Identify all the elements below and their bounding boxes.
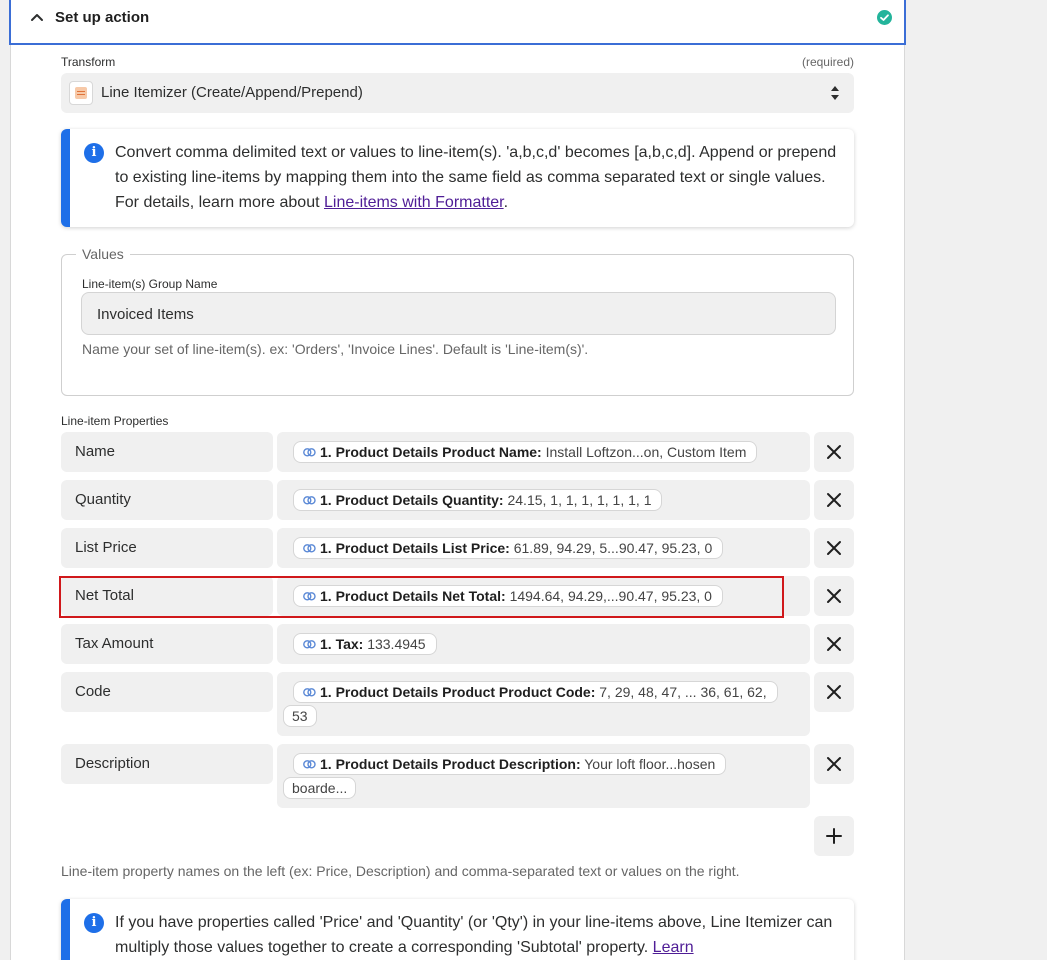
info-icon: i — [84, 913, 104, 933]
remove-row-button[interactable] — [814, 624, 854, 664]
learn-more-link[interactable]: Learn — [653, 939, 694, 956]
property-value-code[interactable]: 1. Product Details Product Product Code:… — [277, 672, 810, 736]
remove-row-button[interactable] — [814, 576, 854, 616]
mapped-field-pill[interactable]: 1. Tax: 133.4945 — [293, 633, 437, 655]
remove-row-button[interactable] — [814, 672, 854, 712]
mapped-field-pill-continued[interactable]: boarde... — [283, 777, 357, 799]
mapped-field-pill[interactable]: 1. Product Details Quantity: 24.15, 1, 1… — [293, 489, 663, 511]
close-icon — [827, 541, 841, 555]
mapped-field-pill[interactable]: 1. Product Details Net Total: 1494.64, 9… — [293, 585, 723, 607]
mapped-field-pill[interactable]: 1. Product Details List Price: 61.89, 94… — [293, 537, 724, 559]
link-icon — [303, 688, 316, 697]
info-callout: i Convert comma delimited text or values… — [61, 129, 854, 227]
remove-row-button[interactable] — [814, 528, 854, 568]
property-value-description[interactable]: 1. Product Details Product Description: … — [277, 744, 810, 808]
property-key-name[interactable]: Name — [61, 432, 273, 472]
values-fieldset: Values Line-item(s) Group Name Invoiced … — [61, 246, 854, 396]
property-value-tax-amount[interactable]: 1. Tax: 133.4945 — [277, 624, 810, 664]
mapped-field-pill[interactable]: 1. Product Details Product Description: … — [293, 753, 727, 775]
line-item-properties-label: Line-item Properties — [61, 414, 169, 428]
link-icon — [303, 448, 316, 457]
group-name-label: Line-item(s) Group Name — [82, 277, 218, 291]
link-icon — [303, 592, 316, 601]
subtotal-info-text: If you have properties called 'Price' an… — [115, 914, 833, 956]
remove-row-button[interactable] — [814, 480, 854, 520]
close-icon — [827, 637, 841, 651]
property-key-net-total[interactable]: Net Total — [61, 576, 273, 616]
property-key-code[interactable]: Code — [61, 672, 273, 712]
remove-row-button[interactable] — [814, 744, 854, 784]
property-value-net-total[interactable]: 1. Product Details Net Total: 1494.64, 9… — [277, 576, 810, 616]
remove-row-button[interactable] — [814, 432, 854, 472]
formatter-app-icon — [69, 81, 93, 105]
values-legend: Values — [76, 246, 130, 262]
mapped-field-pill[interactable]: 1. Product Details Product Product Code:… — [293, 681, 778, 703]
property-value-quantity[interactable]: 1. Product Details Quantity: 24.15, 1, 1… — [277, 480, 810, 520]
mapped-field-pill-continued[interactable]: 53 — [283, 705, 317, 727]
property-value-name[interactable]: 1. Product Details Product Name: Install… — [277, 432, 810, 472]
group-name-help: Name your set of line-item(s). ex: 'Orde… — [82, 341, 589, 357]
chevron-up-icon[interactable] — [29, 10, 45, 26]
close-icon — [827, 445, 841, 459]
close-icon — [827, 685, 841, 699]
required-indicator: (required) — [801, 55, 854, 69]
close-icon — [827, 589, 841, 603]
add-property-button[interactable] — [814, 816, 854, 856]
properties-help-text: Line-item property names on the left (ex… — [61, 863, 740, 879]
property-key-description[interactable]: Description — [61, 744, 273, 784]
group-name-input[interactable]: Invoiced Items — [81, 292, 836, 335]
property-key-tax-amount[interactable]: Tax Amount — [61, 624, 273, 664]
close-icon — [827, 757, 841, 771]
transform-select[interactable]: Line Itemizer (Create/Append/Prepend) — [61, 73, 854, 113]
select-arrows-icon — [831, 86, 839, 100]
mapped-field-pill[interactable]: 1. Product Details Product Name: Install… — [293, 441, 758, 463]
info-icon: i — [84, 143, 104, 163]
setup-action-header[interactable]: Set up action — [9, 0, 906, 45]
link-icon — [303, 640, 316, 649]
section-title: Set up action — [55, 9, 150, 26]
subtotal-info-callout: i If you have properties called 'Price' … — [61, 899, 854, 960]
transform-label: Transform — [61, 55, 116, 69]
property-key-list-price[interactable]: List Price — [61, 528, 273, 568]
link-icon — [303, 544, 316, 553]
plus-icon — [826, 828, 842, 844]
info-callout-text: Convert comma delimited text or values t… — [115, 144, 837, 211]
check-circle-icon — [877, 10, 892, 25]
line-items-formatter-link[interactable]: Line-items with Formatter — [324, 194, 504, 211]
property-value-list-price[interactable]: 1. Product Details List Price: 61.89, 94… — [277, 528, 810, 568]
property-key-quantity[interactable]: Quantity — [61, 480, 273, 520]
link-icon — [303, 496, 316, 505]
transform-select-value: Line Itemizer (Create/Append/Prepend) — [101, 84, 363, 101]
close-icon — [827, 493, 841, 507]
link-icon — [303, 760, 316, 769]
